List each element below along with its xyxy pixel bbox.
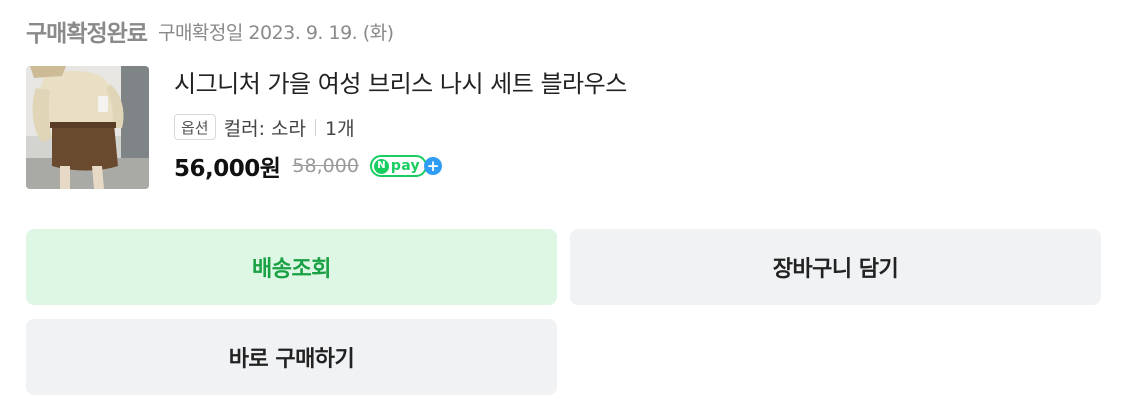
- option-value: 컬러: 소라: [223, 117, 306, 140]
- buy-now-button[interactable]: 바로 구매하기: [26, 319, 557, 395]
- npay-n-icon: N: [373, 158, 389, 174]
- sale-price: 56,000원: [174, 156, 281, 182]
- product-title[interactable]: 시그니처 가을 여성 브리스 나시 세트 블라우스: [174, 66, 627, 102]
- product-info: 시그니처 가을 여성 브리스 나시 세트 블라우스 옵션 컬러: 소라 1개 5…: [174, 66, 627, 182]
- npay-plus-icon: N pay +: [369, 155, 442, 177]
- add-to-cart-button[interactable]: 장바구니 담기: [570, 229, 1101, 305]
- price-row: 56,000원 58,000 N pay +: [174, 151, 627, 182]
- npay-badge: N pay: [369, 155, 427, 177]
- product-photo-image: [26, 66, 149, 189]
- original-price: 58,000: [292, 155, 359, 177]
- order-item-card: 구매확정완료 구매확정일 2023. 9. 19. (화) 시그니처 가을 여성…: [0, 0, 1125, 409]
- plus-icon: +: [423, 157, 442, 175]
- npay-text: pay: [390, 158, 420, 174]
- product-option-row: 옵션 컬러: 소라 1개: [174, 113, 627, 141]
- option-divider: [314, 118, 316, 136]
- order-status-title: 구매확정완료: [26, 21, 148, 47]
- product-thumbnail[interactable]: [26, 66, 149, 189]
- track-delivery-button[interactable]: 배송조회: [26, 229, 557, 305]
- option-badge: 옵션: [174, 114, 216, 140]
- purchase-confirm-date: 구매확정일 2023. 9. 19. (화): [157, 21, 394, 44]
- order-status-header: 구매확정완료 구매확정일 2023. 9. 19. (화): [26, 14, 394, 48]
- option-quantity: 1개: [324, 117, 355, 140]
